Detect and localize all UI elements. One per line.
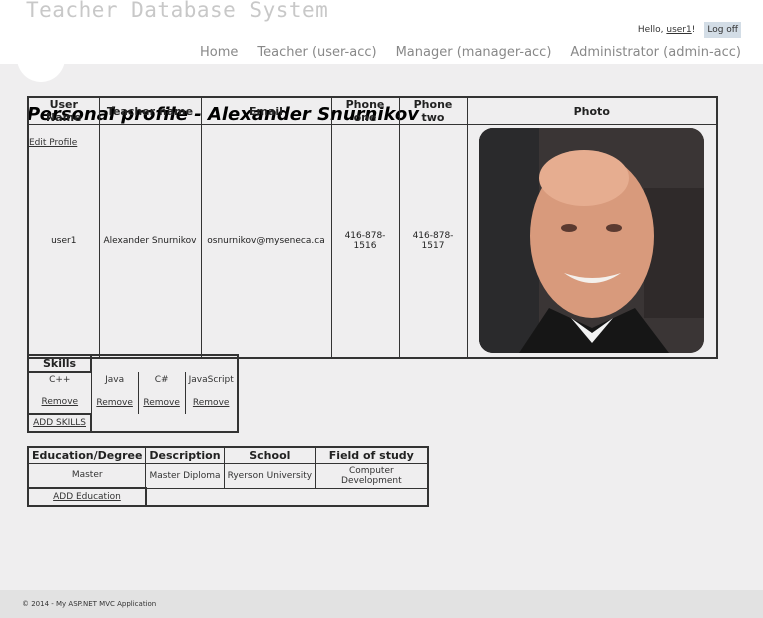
- skill-remove-cell: Remove: [90, 387, 139, 414]
- col-field-of-study: Field of study: [315, 446, 429, 464]
- profile-photo: [479, 128, 705, 354]
- remove-skill-link[interactable]: Remove: [42, 397, 79, 407]
- nav-home[interactable]: Home: [200, 45, 238, 60]
- skills-table: Skills C++ Java C# JavaScript Remove Rem…: [26, 354, 239, 433]
- nav-teacher[interactable]: Teacher (user-acc): [257, 45, 376, 60]
- profile-table: User Name Teacher name Email Phone one P…: [27, 96, 718, 359]
- skill-name: C++: [27, 372, 92, 387]
- col-user-name: User Name: [27, 96, 100, 125]
- add-education-link[interactable]: ADD Education: [53, 492, 121, 502]
- skills-header: Skills: [26, 354, 93, 373]
- logoff-button[interactable]: Log off: [704, 22, 741, 38]
- education-header-row: Education/Degree Description School Fiel…: [27, 446, 429, 464]
- skill-remove-cell: Remove: [184, 387, 239, 414]
- education-add-row: ADD Education: [27, 487, 428, 507]
- site-title[interactable]: Teacher Database System: [26, 0, 328, 22]
- table-row: Master Master Diploma Ryerson University…: [27, 462, 429, 489]
- col-photo: Photo: [466, 96, 718, 125]
- main-nav: Home Teacher (user-acc) Manager (manager…: [181, 45, 741, 60]
- footer-copyright: © 2014 - My ASP.NET MVC Application: [22, 600, 157, 608]
- remove-skill-link[interactable]: Remove: [143, 398, 180, 408]
- login-area: Hello, user1! Log off: [638, 22, 741, 38]
- col-school: School: [223, 446, 317, 464]
- col-degree: Education/Degree: [27, 446, 147, 464]
- add-education-cell: ADD Education: [27, 487, 147, 507]
- greeting: Hello, user1!: [638, 25, 696, 35]
- remove-skill-link[interactable]: Remove: [193, 398, 230, 408]
- education-table: Education/Degree Description School Fiel…: [27, 446, 429, 507]
- skill-remove-cell: Remove: [137, 387, 186, 414]
- skill-name: C#: [137, 372, 186, 387]
- skills-add-row: ADD SKILLS: [26, 413, 238, 433]
- skills-remove-row: Remove Remove Remove Remove: [27, 387, 239, 414]
- cell-photo: [466, 124, 718, 358]
- col-phone-one: Phone one: [330, 96, 400, 125]
- profile-header-row: User Name Teacher name Email Phone one P…: [27, 96, 718, 125]
- greeting-prefix: Hello,: [637, 25, 667, 35]
- skills-name-row: C++ Java C# JavaScript: [27, 372, 239, 387]
- cell-user-name: user1: [27, 124, 100, 358]
- skill-name: Java: [90, 372, 139, 387]
- col-description: Description: [145, 446, 225, 464]
- add-skills-link[interactable]: ADD SKILLS: [33, 418, 86, 428]
- portrait-image: [479, 128, 705, 354]
- skill-name: JavaScript: [184, 372, 239, 387]
- remove-skill-link[interactable]: Remove: [96, 398, 133, 408]
- cell-school: Ryerson University: [223, 462, 317, 489]
- col-phone-two: Phone two: [398, 96, 468, 125]
- skills-header-row: Skills: [26, 354, 238, 373]
- nav-administrator[interactable]: Administrator (admin-acc): [570, 45, 741, 60]
- table-row: user1 Alexander Snurnikov osnurnikov@mys…: [27, 124, 718, 358]
- nav-manager[interactable]: Manager (manager-acc): [396, 45, 552, 60]
- col-email: Email: [200, 96, 332, 125]
- cell-field: Computer Development: [315, 462, 429, 489]
- site-header: Teacher Database System Hello, user1! Lo…: [0, 0, 763, 64]
- cell-teacher-name: Alexander Snurnikov: [98, 124, 202, 358]
- add-skills-cell: ADD SKILLS: [26, 413, 93, 433]
- site-footer: © 2014 - My ASP.NET MVC Application: [0, 590, 763, 618]
- decorative-circle: [17, 34, 65, 82]
- cell-phone-two: 416-878-1517: [398, 124, 468, 358]
- cell-email: osnurnikov@myseneca.ca: [200, 124, 332, 358]
- col-teacher-name: Teacher name: [98, 96, 202, 125]
- cell-phone-one: 416-878-1516: [330, 124, 400, 358]
- cell-degree: Master: [27, 462, 147, 489]
- username-link[interactable]: user1: [666, 25, 691, 35]
- cell-description: Master Diploma: [145, 462, 225, 489]
- skill-remove-cell: Remove: [27, 387, 92, 414]
- greeting-suffix: !: [691, 25, 696, 35]
